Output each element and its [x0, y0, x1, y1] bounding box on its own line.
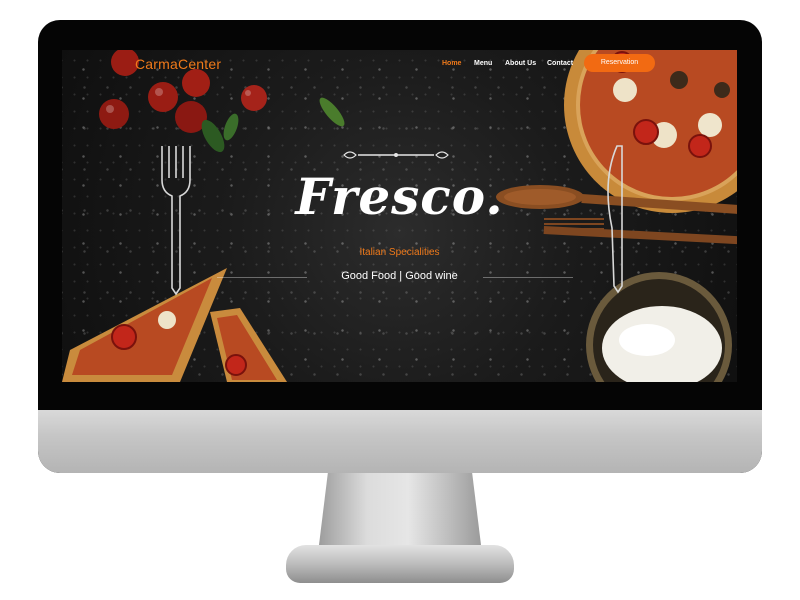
top-navbar: CarmaCenter Home Menu About Us Contact R…: [62, 50, 737, 78]
hero-subtitle: Italian Specialities: [359, 247, 440, 258]
hero-tagline: Good Food | Good wine: [341, 270, 458, 282]
monitor-stand-base: [286, 545, 514, 583]
basil-leaves: [201, 97, 345, 153]
hero-title: Fresco.: [295, 167, 504, 226]
nav-link-home[interactable]: Home: [442, 60, 461, 67]
ornament-divider-icon: [343, 151, 449, 159]
flour-bowl: [586, 272, 732, 382]
divider-line-right: [483, 277, 573, 278]
website-screen: CarmaCenter Home Menu About Us Contact R…: [62, 50, 737, 382]
monitor-chin: [38, 410, 762, 473]
monitor-stand-neck: [318, 473, 482, 553]
nav-link-menu[interactable]: Menu: [474, 60, 492, 67]
reservation-button[interactable]: Reservation: [584, 54, 655, 72]
nav-link-contact[interactable]: Contact: [547, 60, 573, 67]
desktop-mockup: CarmaCenter Home Menu About Us Contact R…: [0, 0, 800, 600]
pizza-slices: [62, 268, 287, 382]
brand-logo[interactable]: CarmaCenter: [135, 56, 221, 72]
nav-link-about-us[interactable]: About Us: [505, 60, 536, 67]
